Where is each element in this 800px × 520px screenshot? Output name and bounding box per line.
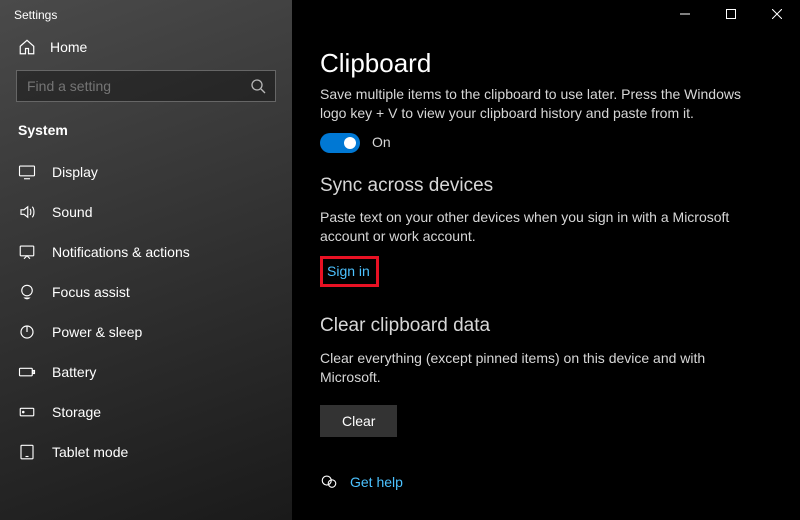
search-icon	[250, 78, 266, 94]
tablet-icon	[18, 443, 36, 461]
clipboard-history-section: Save multiple items to the clipboard to …	[320, 85, 750, 491]
notifications-icon	[18, 243, 36, 261]
battery-icon	[18, 363, 36, 381]
home-icon	[18, 38, 36, 56]
sidebar-category: System	[0, 112, 292, 152]
display-icon	[18, 163, 36, 181]
main-content: Clipboard Save multiple items to the cli…	[292, 0, 800, 520]
sidebar-item-label: Tablet mode	[52, 444, 128, 460]
sidebar-item-label: Storage	[52, 404, 101, 420]
sound-icon	[18, 203, 36, 221]
history-toggle[interactable]	[320, 133, 360, 153]
page-title: Clipboard	[320, 48, 800, 79]
sign-in-link[interactable]: Sign in	[327, 262, 370, 281]
history-toggle-row: On	[320, 133, 750, 153]
sidebar-item-label: Sound	[52, 204, 92, 220]
search-input[interactable]	[16, 70, 276, 102]
settings-window: Settings Home System Display Sound	[0, 0, 800, 520]
sidebar-item-battery[interactable]: Battery	[0, 352, 292, 392]
sidebar-item-label: Notifications & actions	[52, 244, 190, 260]
sidebar-item-label: Display	[52, 164, 98, 180]
sidebar-nav: Display Sound Notifications & actions Fo…	[0, 152, 292, 472]
sidebar-item-label: Battery	[52, 364, 96, 380]
sidebar-item-tablet-mode[interactable]: Tablet mode	[0, 432, 292, 472]
toggle-knob	[344, 137, 356, 149]
sidebar-item-sound[interactable]: Sound	[0, 192, 292, 232]
sidebar-item-label: Power & sleep	[52, 324, 142, 340]
maximize-button[interactable]	[708, 0, 754, 28]
help-icon	[320, 473, 338, 491]
minimize-button[interactable]	[662, 0, 708, 28]
clear-desc: Clear everything (except pinned items) o…	[320, 349, 750, 387]
history-toggle-label: On	[372, 133, 391, 152]
sidebar-item-power-sleep[interactable]: Power & sleep	[0, 312, 292, 352]
sign-in-highlight: Sign in	[320, 256, 379, 287]
get-help-row[interactable]: Get help	[320, 473, 750, 492]
home-label: Home	[50, 39, 87, 55]
power-icon	[18, 323, 36, 341]
history-desc: Save multiple items to the clipboard to …	[320, 85, 750, 123]
storage-icon	[18, 403, 36, 421]
sidebar: Settings Home System Display Sound	[0, 0, 292, 520]
sidebar-item-label: Focus assist	[52, 284, 130, 300]
clear-heading: Clear clipboard data	[320, 313, 750, 339]
clear-button[interactable]: Clear	[320, 405, 397, 437]
sidebar-item-notifications[interactable]: Notifications & actions	[0, 232, 292, 272]
get-help-link[interactable]: Get help	[350, 473, 403, 492]
close-button[interactable]	[754, 0, 800, 28]
sidebar-item-storage[interactable]: Storage	[0, 392, 292, 432]
search-wrap	[16, 70, 276, 102]
window-title: Settings	[0, 0, 292, 22]
sidebar-item-focus-assist[interactable]: Focus assist	[0, 272, 292, 312]
sync-desc: Paste text on your other devices when yo…	[320, 208, 750, 246]
sidebar-home[interactable]: Home	[0, 22, 292, 70]
sidebar-item-display[interactable]: Display	[0, 152, 292, 192]
sync-heading: Sync across devices	[320, 173, 750, 199]
focus-assist-icon	[18, 283, 36, 301]
window-chrome	[662, 0, 800, 28]
